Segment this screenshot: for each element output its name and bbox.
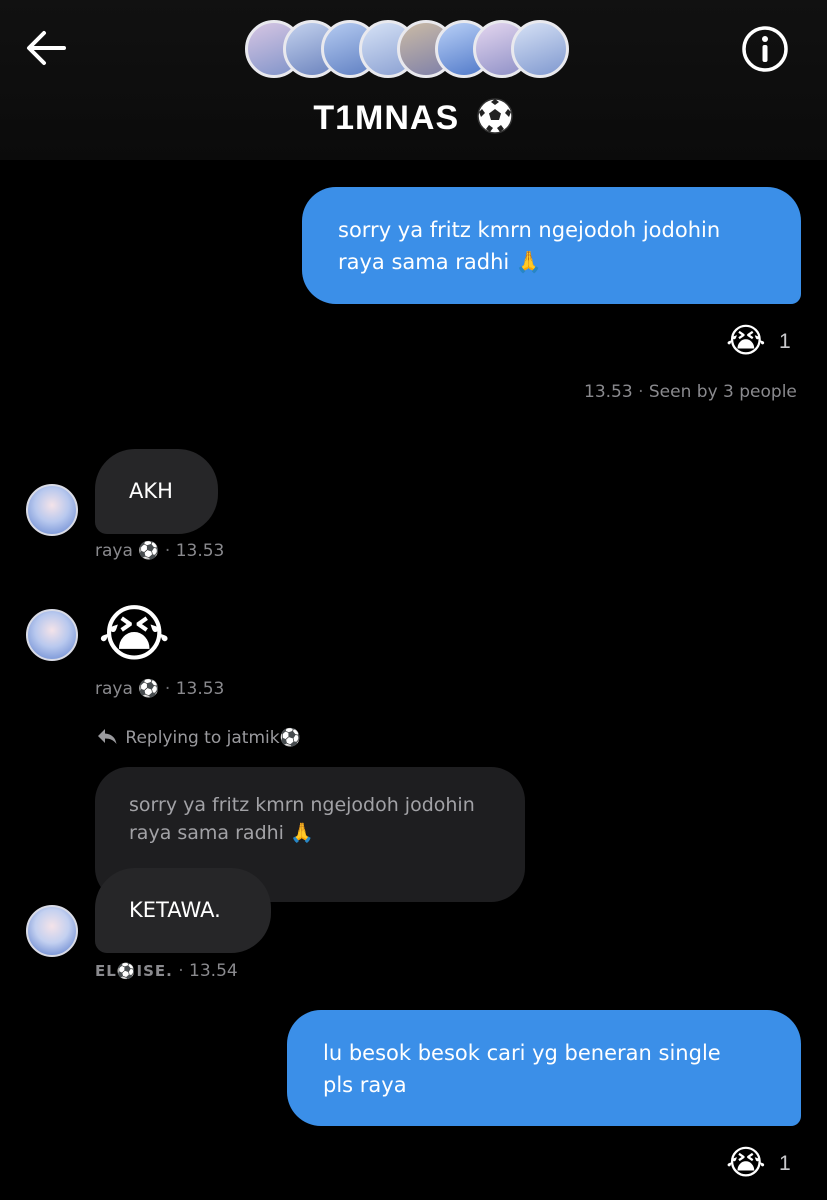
quoted-text: raya sama radhi 🙏 bbox=[129, 822, 314, 844]
sender-name[interactable]: raya ⚽ bbox=[95, 541, 159, 561]
message-text: raya sama radhi 🙏 bbox=[338, 250, 543, 274]
message-bubble-incoming[interactable]: AKH bbox=[95, 449, 218, 534]
crying-emoji-message-icon[interactable]: 😭 bbox=[98, 595, 176, 673]
crying-emoji-reaction-icon[interactable]: 😭 bbox=[726, 1142, 768, 1184]
reaction-count: 1 bbox=[779, 330, 791, 353]
timestamp: 13.53 bbox=[584, 382, 633, 402]
avatar[interactable] bbox=[26, 609, 78, 661]
separator: · bbox=[178, 961, 184, 981]
info-button[interactable] bbox=[740, 24, 790, 74]
timestamp: 13.54 bbox=[189, 961, 238, 981]
avatar bbox=[511, 20, 569, 78]
avatar[interactable] bbox=[26, 484, 78, 536]
reply-indicator: Replying to jatmik⚽ bbox=[96, 727, 301, 748]
separator: · bbox=[638, 382, 644, 402]
sender-name[interactable]: raya ⚽ bbox=[95, 679, 159, 699]
crying-emoji-reaction-icon[interactable]: 😭 bbox=[726, 320, 768, 362]
timestamp: 13.53 bbox=[175, 679, 225, 699]
sender-name[interactable]: EL⚽ISE. bbox=[95, 962, 173, 980]
group-member-avatars[interactable] bbox=[245, 20, 590, 80]
group-title-text: T1MNAS bbox=[313, 99, 460, 137]
message-bubble-outgoing[interactable]: lu besok besok cari yg beneran single pl… bbox=[287, 1010, 801, 1126]
message-text: AKH bbox=[129, 479, 173, 503]
back-button[interactable] bbox=[24, 28, 68, 68]
message-text: sorry ya fritz kmrn ngejodoh jodohin bbox=[338, 218, 721, 242]
reaction-count: 1 bbox=[779, 1152, 791, 1175]
message-meta: 13.53 · Seen by 3 people bbox=[584, 382, 797, 402]
message-bubble-incoming[interactable]: KETAWA. bbox=[95, 868, 271, 953]
seen-status: Seen by 3 people bbox=[648, 382, 797, 402]
message-meta: EL⚽ISE. · 13.54 bbox=[95, 961, 238, 981]
quoted-text: sorry ya fritz kmrn ngejodoh jodohin bbox=[129, 794, 475, 816]
separator: · bbox=[164, 541, 171, 561]
reply-to-label: Replying to jatmik⚽ bbox=[125, 728, 301, 748]
reply-arrow-icon bbox=[98, 729, 117, 744]
message-meta: raya ⚽ · 13.53 bbox=[95, 679, 224, 699]
message-text: lu besok besok cari yg beneran single bbox=[323, 1041, 721, 1065]
group-title[interactable]: T1MNAS bbox=[0, 97, 827, 138]
soccer-ball-icon bbox=[476, 98, 513, 134]
message-meta: raya ⚽ · 13.53 bbox=[95, 541, 224, 561]
timestamp: 13.53 bbox=[175, 541, 225, 561]
separator: · bbox=[164, 679, 171, 699]
avatar[interactable] bbox=[26, 905, 78, 957]
chat-header: T1MNAS bbox=[0, 0, 827, 160]
back-arrow-icon bbox=[27, 31, 66, 65]
message-text: pls raya bbox=[323, 1073, 407, 1097]
message-text: KETAWA. bbox=[129, 898, 221, 922]
info-icon bbox=[742, 26, 788, 72]
message-bubble-outgoing[interactable]: sorry ya fritz kmrn ngejodoh jodohin ray… bbox=[302, 187, 801, 304]
